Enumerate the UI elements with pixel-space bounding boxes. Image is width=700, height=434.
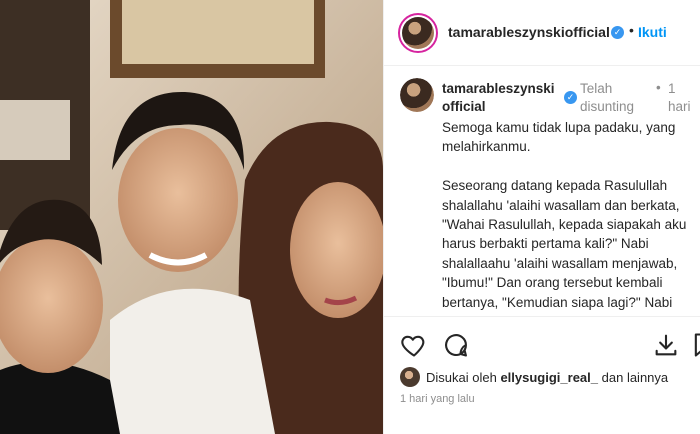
likes-summary[interactable]: Disukai oleh ellysugigi_real_ dan lainny… <box>400 367 668 387</box>
edited-label-line1: Telah <box>580 81 613 96</box>
liker-avatar <box>400 367 420 387</box>
edited-label-line2: disunting <box>580 99 635 114</box>
caption-text: Semoga kamu tidak lupa padaku, yang mela… <box>442 118 694 316</box>
post-header: tamarableszynskiofficial ✓ • Ikuti <box>384 0 700 66</box>
caption-username-line2: official <box>442 99 486 114</box>
comment-icon[interactable] <box>442 331 470 359</box>
caption-time-line1: 1 <box>668 81 676 96</box>
heart-icon[interactable] <box>400 331 428 359</box>
post-side-panel: tamarableszynskiofficial ✓ • Ikuti tamar… <box>383 0 700 434</box>
caption-paragraph-1: Semoga kamu tidak lupa padaku, yang mela… <box>442 120 676 155</box>
likes-suffix: dan lainnya <box>601 369 669 385</box>
author-avatar[interactable] <box>398 13 438 53</box>
download-icon[interactable] <box>652 331 680 359</box>
post-actions: Disukai oleh ellysugigi_real_ dan lainny… <box>384 316 700 416</box>
photo-illustration <box>0 0 383 434</box>
post-photo[interactable] <box>0 0 383 434</box>
caption-separator: • <box>656 80 661 95</box>
bookmark-icon[interactable] <box>690 331 700 359</box>
caption-username-line1: tamarableszynski <box>442 81 555 96</box>
post-caption: tamarableszynski official ✓ Telah disunt… <box>384 66 700 316</box>
edited-label: Telah disunting <box>580 80 644 116</box>
likes-prefix: Disukai oleh <box>426 369 497 385</box>
caption-paragraph-2: Seseorang datang kepada Rasulullah shala… <box>442 178 687 316</box>
verified-icon: ✓ <box>611 26 624 39</box>
caption-time[interactable]: 1 hari <box>668 80 698 116</box>
caption-avatar[interactable] <box>400 78 434 112</box>
post-timestamp: 1 hari yang lalu <box>400 393 475 405</box>
author-username[interactable]: tamarableszynskiofficial <box>448 24 610 40</box>
caption-username[interactable]: tamarableszynski official <box>442 80 555 116</box>
liker-username[interactable]: ellysugigi_real_ <box>500 370 598 385</box>
header-separator: • <box>629 22 634 38</box>
caption-time-line2: hari <box>668 99 691 114</box>
follow-button[interactable]: Ikuti <box>638 24 667 40</box>
caption-verified-icon: ✓ <box>564 91 577 104</box>
